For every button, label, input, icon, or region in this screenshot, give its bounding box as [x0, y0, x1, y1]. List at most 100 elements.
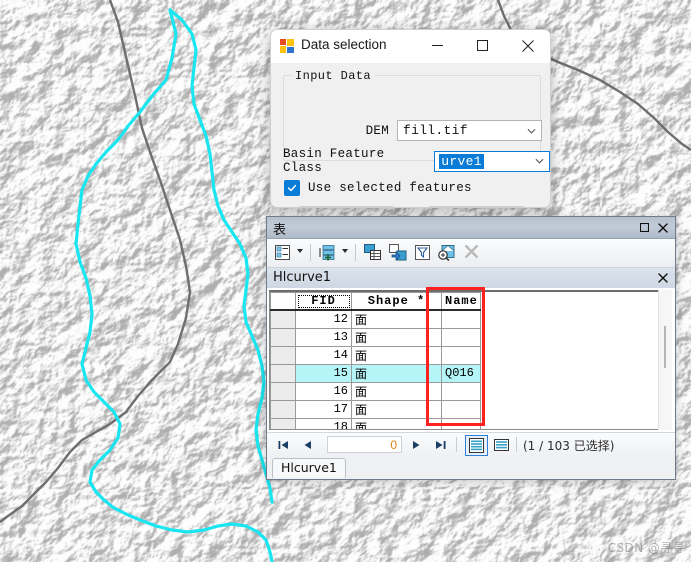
select-by-attributes-icon[interactable]: [414, 244, 431, 261]
row-selector-cell[interactable]: [270, 399, 296, 419]
previous-record-icon: [304, 440, 311, 449]
dialog-title: Data selection: [301, 37, 387, 52]
use-selected-features-row[interactable]: Use selected features: [284, 180, 472, 196]
move-field-icon[interactable]: [364, 244, 382, 261]
column-header-shape[interactable]: Shape *: [351, 292, 442, 311]
cell-shape[interactable]: 面: [351, 363, 442, 383]
attribute-table: FID Shape * Name 12 面 13 面 14 面 15 面 Q016 16 面 17 面 1…: [270, 292, 481, 429]
table-row[interactable]: 16 面: [270, 381, 481, 401]
table-row[interactable]: 13 面: [270, 327, 481, 347]
table-row[interactable]: 18 面: [270, 417, 481, 429]
table-bottom-tab-bar[interactable]: Hlcurve1: [267, 456, 675, 479]
cell-fid[interactable]: 13: [295, 327, 352, 347]
cell-shape[interactable]: 面: [351, 309, 442, 329]
table-options-icon[interactable]: [274, 244, 291, 261]
row-selector-cell[interactable]: [270, 327, 296, 347]
grid-vertical-scrollbar[interactable]: [658, 290, 672, 430]
row-selector-cell[interactable]: [270, 417, 296, 429]
load-data-button[interactable]: Load data: [298, 206, 395, 207]
use-selected-features-label: Use selected features: [308, 181, 472, 195]
switch-selection-icon[interactable]: [389, 244, 407, 261]
dialog-title-bar[interactable]: Data selection: [271, 30, 550, 63]
row-selector-cell[interactable]: [270, 381, 296, 401]
watermark-text: CSDN @寻寻: [607, 541, 685, 555]
dem-value: fill.tif: [403, 123, 468, 138]
table-window-title-bar[interactable]: 表: [267, 217, 675, 239]
cell-name[interactable]: [441, 381, 481, 401]
data-selection-dialog[interactable]: Data selection Input Data DEM fill.tif B…: [270, 29, 551, 208]
use-selected-features-checkbox[interactable]: [284, 180, 300, 196]
dem-label: DEM: [365, 123, 389, 138]
chevron-down-icon: [535, 158, 544, 164]
show-all-records-icon: [469, 438, 484, 453]
column-header-fid[interactable]: FID: [295, 292, 352, 311]
row-selector-cell[interactable]: [270, 363, 296, 383]
table-body: 12 面 13 面 14 面 15 面 Q016 16 面 17 面 18 面: [270, 309, 481, 429]
basin-outline-polygon: [74, 8, 274, 562]
related-tables-dropdown-icon[interactable]: [342, 249, 348, 253]
related-tables-icon[interactable]: [319, 244, 337, 261]
table-status-bar[interactable]: 0 (1 / 103 已选择): [267, 432, 675, 457]
close-icon: [657, 222, 668, 233]
scrollbar-thumb[interactable]: [664, 326, 666, 368]
cell-name[interactable]: [441, 399, 481, 419]
table-options-dropdown-icon[interactable]: [297, 249, 303, 253]
minimize-button[interactable]: [415, 30, 460, 61]
cell-name[interactable]: [441, 345, 481, 365]
cell-fid[interactable]: 14: [295, 345, 352, 365]
dem-combobox[interactable]: fill.tif: [397, 120, 542, 141]
cell-name[interactable]: Q016: [441, 363, 481, 383]
close-button[interactable]: [505, 30, 550, 61]
cell-fid[interactable]: 18: [295, 417, 352, 429]
cell-name[interactable]: [441, 309, 481, 329]
cell-fid[interactable]: 16: [295, 381, 352, 401]
cell-name[interactable]: [441, 327, 481, 347]
basin-feature-class-row: Basin Feature Class urve1: [283, 147, 550, 175]
cell-fid[interactable]: 15: [295, 363, 352, 383]
first-record-icon: [278, 440, 288, 449]
table-row[interactable]: 17 面: [270, 399, 481, 419]
last-record-icon: [435, 440, 445, 449]
column-header-name[interactable]: Name: [441, 292, 481, 311]
cell-fid[interactable]: 17: [295, 399, 352, 419]
next-record-button[interactable]: [408, 437, 424, 452]
cell-shape[interactable]: 面: [351, 345, 442, 365]
basin-feature-class-combobox[interactable]: urve1: [434, 150, 550, 172]
clear-selection-icon[interactable]: [464, 244, 479, 259]
show-selected-records-button[interactable]: [491, 435, 512, 454]
cell-shape[interactable]: 面: [351, 417, 442, 429]
table-toolbar[interactable]: [267, 239, 675, 268]
cell-fid[interactable]: 12: [295, 309, 352, 329]
attribute-grid[interactable]: FID Shape * Name 12 面 13 面 14 面 15 面 Q016 16 面 17 面 1…: [269, 290, 660, 430]
cell-shape[interactable]: 面: [351, 381, 442, 401]
show-selected-records-icon: [494, 438, 509, 451]
next-record-icon: [412, 440, 419, 449]
maximize-button[interactable]: [460, 30, 505, 61]
cell-name[interactable]: [441, 417, 481, 429]
table-close-button[interactable]: [655, 220, 670, 235]
bottom-tab-hlcurve1[interactable]: Hlcurve1: [272, 458, 346, 478]
table-maximize-button[interactable]: [637, 220, 652, 235]
table-row[interactable]: 12 面: [270, 309, 481, 329]
layer-tab-close-button[interactable]: [656, 271, 669, 284]
table-row[interactable]: 14 面: [270, 345, 481, 365]
row-selector-cell[interactable]: [270, 309, 296, 329]
boundary-line-north: [0, 0, 192, 523]
table-row[interactable]: 15 面 Q016: [270, 363, 481, 383]
zoom-to-selected-icon[interactable]: [437, 244, 456, 261]
last-record-button[interactable]: [432, 437, 448, 452]
row-selector-cell[interactable]: [270, 345, 296, 365]
attribute-grid-area[interactable]: FID Shape * Name 12 面 13 面 14 面 15 面 Q016 16 面 17 面 1…: [267, 288, 675, 432]
close-icon: [521, 39, 534, 52]
first-record-button[interactable]: [275, 437, 291, 452]
show-all-records-button[interactable]: [465, 435, 488, 456]
record-number-input[interactable]: 0: [327, 436, 402, 453]
cell-shape[interactable]: 面: [351, 399, 442, 419]
previous-record-button[interactable]: [299, 437, 315, 452]
row-selector-header: [270, 292, 296, 311]
minimize-icon: [432, 45, 443, 46]
attribute-table-window[interactable]: 表 Hlcurve1 FID Shape * Name 12 面 13 面 14…: [266, 216, 676, 480]
maximize-icon: [477, 40, 488, 51]
cell-shape[interactable]: 面: [351, 327, 442, 347]
skip-button[interactable]: Skip: [428, 206, 525, 207]
